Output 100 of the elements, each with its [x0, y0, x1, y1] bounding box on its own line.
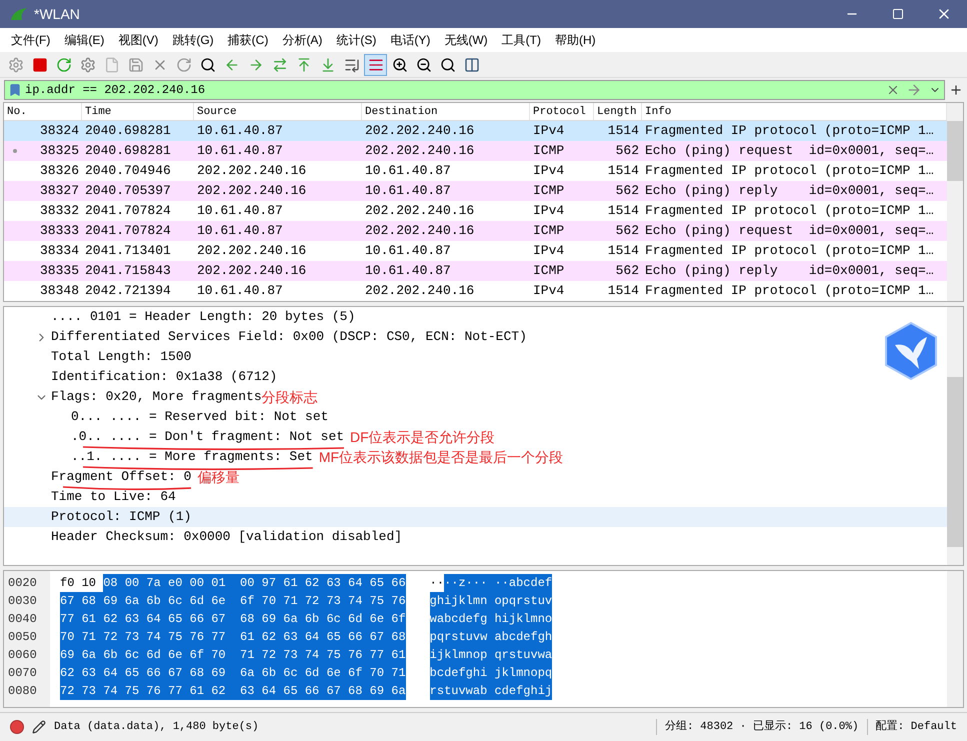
detail-row[interactable]: .0.. .... = Don't fragment: Not set DF位表示是否允许分段 [4, 427, 947, 447]
menu-item[interactable]: 编辑(E) [57, 31, 112, 49]
ascii-text: ·· [430, 575, 444, 592]
offset-label: 0070 [7, 665, 38, 682]
scrollbar[interactable] [947, 571, 963, 707]
menu-item[interactable]: 跳转(G) [165, 31, 221, 49]
table-cell-text: 38327 [38, 182, 80, 200]
table-cell-text: Fragmented IP protocol (proto=ICMP 1… [644, 202, 935, 220]
table-cell-text: 38334 [38, 242, 80, 260]
detail-row[interactable]: Identification: 0x1a38 (6712) [4, 367, 947, 387]
table-cell-text: 562 [614, 182, 640, 200]
table-cell-text: 38332 [38, 202, 80, 220]
menu-item[interactable]: 帮助(H) [548, 31, 603, 49]
table-cell-text: 2041.707824 [84, 222, 172, 240]
detail-text: Differentiated Services Field: 0x00 (DSCP: CS0, ECN: Not-ECT) [51, 328, 527, 346]
hex-bytes: 67 68 69 6a 6b 6c 6d 6e 6f 70 71 72 73 74 75 76 [60, 592, 406, 610]
detail-text: .0.. .... = Don't fragment: Not set [71, 428, 344, 446]
menu-item[interactable]: 捕获(C) [220, 31, 276, 49]
colorize-icon[interactable] [364, 54, 387, 76]
packet-row[interactable]: 38333 2041.707824 10.61.40.87 202.202.240.16 ICMP 562 Echo (ping) request id=0x0001, seq=… [4, 221, 947, 241]
table-cell-text: 10.61.40.87 [196, 282, 284, 300]
scrollbar[interactable] [947, 307, 963, 565]
table-cell-text: Echo (ping) reply id=0x0001, seq=… [644, 262, 935, 280]
edit-icon [32, 720, 46, 734]
detail-row[interactable]: Flags: 0x20, More fragments分段标志 [4, 387, 947, 407]
detail-text: 0... .... = Reserved bit: Not set [71, 408, 328, 426]
table-cell-text: 2040.705397 [84, 182, 172, 200]
table-cell-text: 10.61.40.87 [364, 182, 452, 200]
column-header[interactable]: Time [82, 103, 194, 120]
packet-row[interactable]: 38327 2040.705397 202.202.240.16 10.61.40.87 ICMP 562 Echo (ping) reply id=0x0001, seq=… [4, 181, 947, 201]
table-cell-text: Fragmented IP protocol (proto=ICMP 1… [644, 122, 935, 140]
bird-app-icon [883, 321, 939, 381]
detail-row[interactable]: Fragment Offset: 0 偏移量 [4, 467, 947, 487]
maximize-icon [892, 8, 904, 20]
column-header[interactable]: Source [194, 103, 362, 120]
detail-row[interactable]: Time to Live: 64 [4, 487, 947, 507]
scrollbar[interactable] [947, 103, 963, 301]
annotation-text: DF位表示是否允许分段 [350, 428, 495, 446]
table-cell-text: 2040.704946 [84, 162, 172, 180]
table-cell-text: 10.61.40.87 [364, 162, 452, 180]
table-cell-text: 202.202.240.16 [196, 242, 308, 260]
table-cell-text: Echo (ping) request id=0x0001, seq=… [644, 222, 935, 240]
table-cell-text: 1514 [606, 242, 640, 260]
table-cell-text: 2040.698281 [84, 122, 172, 140]
detail-row[interactable]: .... 0101 = Header Length: 20 bytes (5) [4, 307, 947, 327]
column-header[interactable]: Length [594, 103, 642, 120]
detail-text: Flags: 0x20, More fragments [51, 388, 262, 406]
table-cell-text: 10.61.40.87 [196, 142, 284, 160]
table-cell-text: 562 [614, 222, 640, 240]
detail-row[interactable]: ..1. .... = More fragments: Set MF位表示该数据包是否是最后一个分段 [4, 447, 947, 467]
table-cell-text: 202.202.240.16 [364, 122, 476, 140]
table-cell-text: 10.61.40.87 [364, 262, 452, 280]
table-cell-text: 562 [614, 262, 640, 280]
table-cell-text: 202.202.240.16 [364, 222, 476, 240]
table-cell-text: 2040.698281 [84, 142, 172, 160]
detail-row[interactable]: Header Checksum: 0x0000 [validation disabled] [4, 527, 947, 547]
ascii-text: rstuvwab cdefghij [430, 682, 552, 700]
packet-row[interactable]: 38335 2041.715843 202.202.240.16 10.61.40.87 ICMP 562 Echo (ping) reply id=0x0001, seq=… [4, 261, 947, 281]
detail-row[interactable]: Total Length: 1500 [4, 347, 947, 367]
menu-item[interactable]: 电话(Y) [383, 31, 438, 49]
record-icon[interactable] [10, 720, 24, 734]
window-title: *WLAN [34, 4, 80, 24]
packet-row[interactable]: 38325 2040.698281 10.61.40.87 202.202.240.16 ICMP 562 Echo (ping) request id=0x0001, seq=… [4, 141, 947, 161]
menu-item[interactable]: 视图(V) [111, 31, 166, 49]
column-header[interactable]: No. [4, 103, 82, 120]
table-cell-text: Echo (ping) request id=0x0001, seq=… [644, 142, 935, 160]
offset-label: 0060 [7, 647, 38, 664]
hex-bytes: 62 63 64 65 66 67 68 69 6a 6b 6c 6d 6e 6f 70 71 [60, 664, 406, 682]
table-cell-text: 38326 [38, 162, 80, 180]
menu-item[interactable]: 分析(A) [275, 31, 330, 49]
offset-label: 0020 [7, 575, 38, 592]
column-header[interactable]: Destination [362, 103, 530, 120]
filter-field[interactable]: ip.addr == 202.202.240.16 [4, 80, 945, 100]
column-header[interactable]: Protocol [530, 103, 594, 120]
table-cell-text: 38335 [38, 262, 80, 280]
detail-row[interactable]: Protocol: ICMP (1) [4, 507, 947, 527]
table-cell-text: 2041.713401 [84, 242, 172, 260]
table-cell-text: 10.61.40.87 [364, 242, 452, 260]
profile-text[interactable]: 配置: Default [866, 718, 957, 736]
detail-row[interactable]: Differentiated Services Field: 0x00 (DSCP: CS0, ECN: Not-ECT) [4, 327, 947, 347]
table-cell-text: 38333 [38, 222, 80, 240]
menu-item[interactable]: 文件(F) [4, 31, 58, 49]
hex-bytes: 70 71 72 73 74 75 76 77 61 62 63 64 65 66 67 68 [60, 628, 406, 646]
packet-row[interactable]: 38324 2040.698281 10.61.40.87 202.202.240.16 IPv4 1514 Fragmented IP protocol (proto=ICMP 1… [4, 121, 947, 141]
offset-label: 0040 [7, 611, 38, 628]
table-cell-text: Echo (ping) reply id=0x0001, seq=… [644, 182, 935, 200]
ascii-text: bcdefghi jklmnopq [430, 664, 552, 682]
menu-item[interactable]: 统计(S) [329, 31, 384, 49]
detail-text: .... 0101 = Header Length: 20 bytes (5) [51, 308, 356, 326]
table-cell-text: 202.202.240.16 [196, 182, 308, 200]
table-cell: 38325 [4, 141, 82, 161]
ascii-text: ghijklmn opqrstuv [430, 592, 552, 610]
table-cell-text: 1514 [606, 122, 640, 140]
menu-item[interactable]: 无线(W) [437, 31, 495, 49]
status-text: Data (data.data), 1,480 byte(s) [54, 720, 260, 735]
detail-row[interactable]: 0... .... = Reserved bit: Not set [4, 407, 947, 427]
menu-item[interactable]: 工具(T) [494, 31, 548, 49]
table-cell-text: IPv4 [532, 242, 566, 260]
hex-bytes: 72 73 74 75 76 77 61 62 63 64 65 66 67 68 69 6a [60, 682, 406, 700]
table-cell-text: IPv4 [532, 122, 566, 140]
